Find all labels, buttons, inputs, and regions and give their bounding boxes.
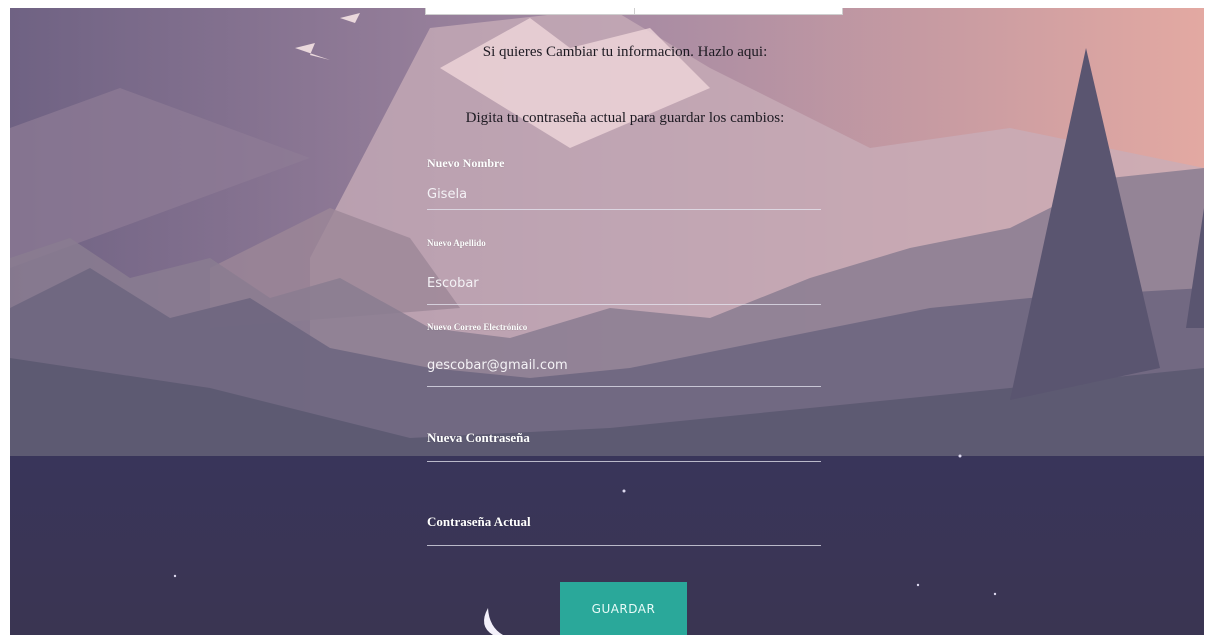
instruction-text: Digita tu contraseña actual para guardar… xyxy=(465,110,785,126)
nombre-label: Nuevo Nombre xyxy=(427,156,505,170)
nueva-contrasena-label: Nueva Contraseña xyxy=(427,430,530,445)
guardar-button[interactable]: GUARDAR xyxy=(560,582,687,635)
contrasena-actual-label: Contraseña Actual xyxy=(427,514,531,529)
nombre-field: Nuevo Nombre xyxy=(427,156,821,210)
intro-text: Si quieres Cambiar tu informacion. Hazlo… xyxy=(482,44,768,60)
correo-field: Nuevo Correo Electrónico xyxy=(427,322,821,387)
contrasena-actual-input[interactable] xyxy=(427,532,821,546)
correo-label: Nuevo Correo Electrónico xyxy=(427,322,528,332)
apellido-field: Nuevo Apellido xyxy=(427,238,821,305)
nueva-contrasena-field: Nueva Contraseña xyxy=(427,430,821,462)
contrasena-actual-field: Contraseña Actual xyxy=(427,514,821,546)
apellido-input[interactable] xyxy=(427,263,821,305)
tab-left[interactable] xyxy=(426,8,635,14)
correo-input[interactable] xyxy=(427,345,821,387)
tab-right[interactable] xyxy=(635,8,843,14)
nueva-contrasena-input[interactable] xyxy=(427,448,821,462)
top-tab-strip xyxy=(425,8,843,15)
apellido-label: Nuevo Apellido xyxy=(427,238,486,248)
nombre-input[interactable] xyxy=(427,180,821,210)
